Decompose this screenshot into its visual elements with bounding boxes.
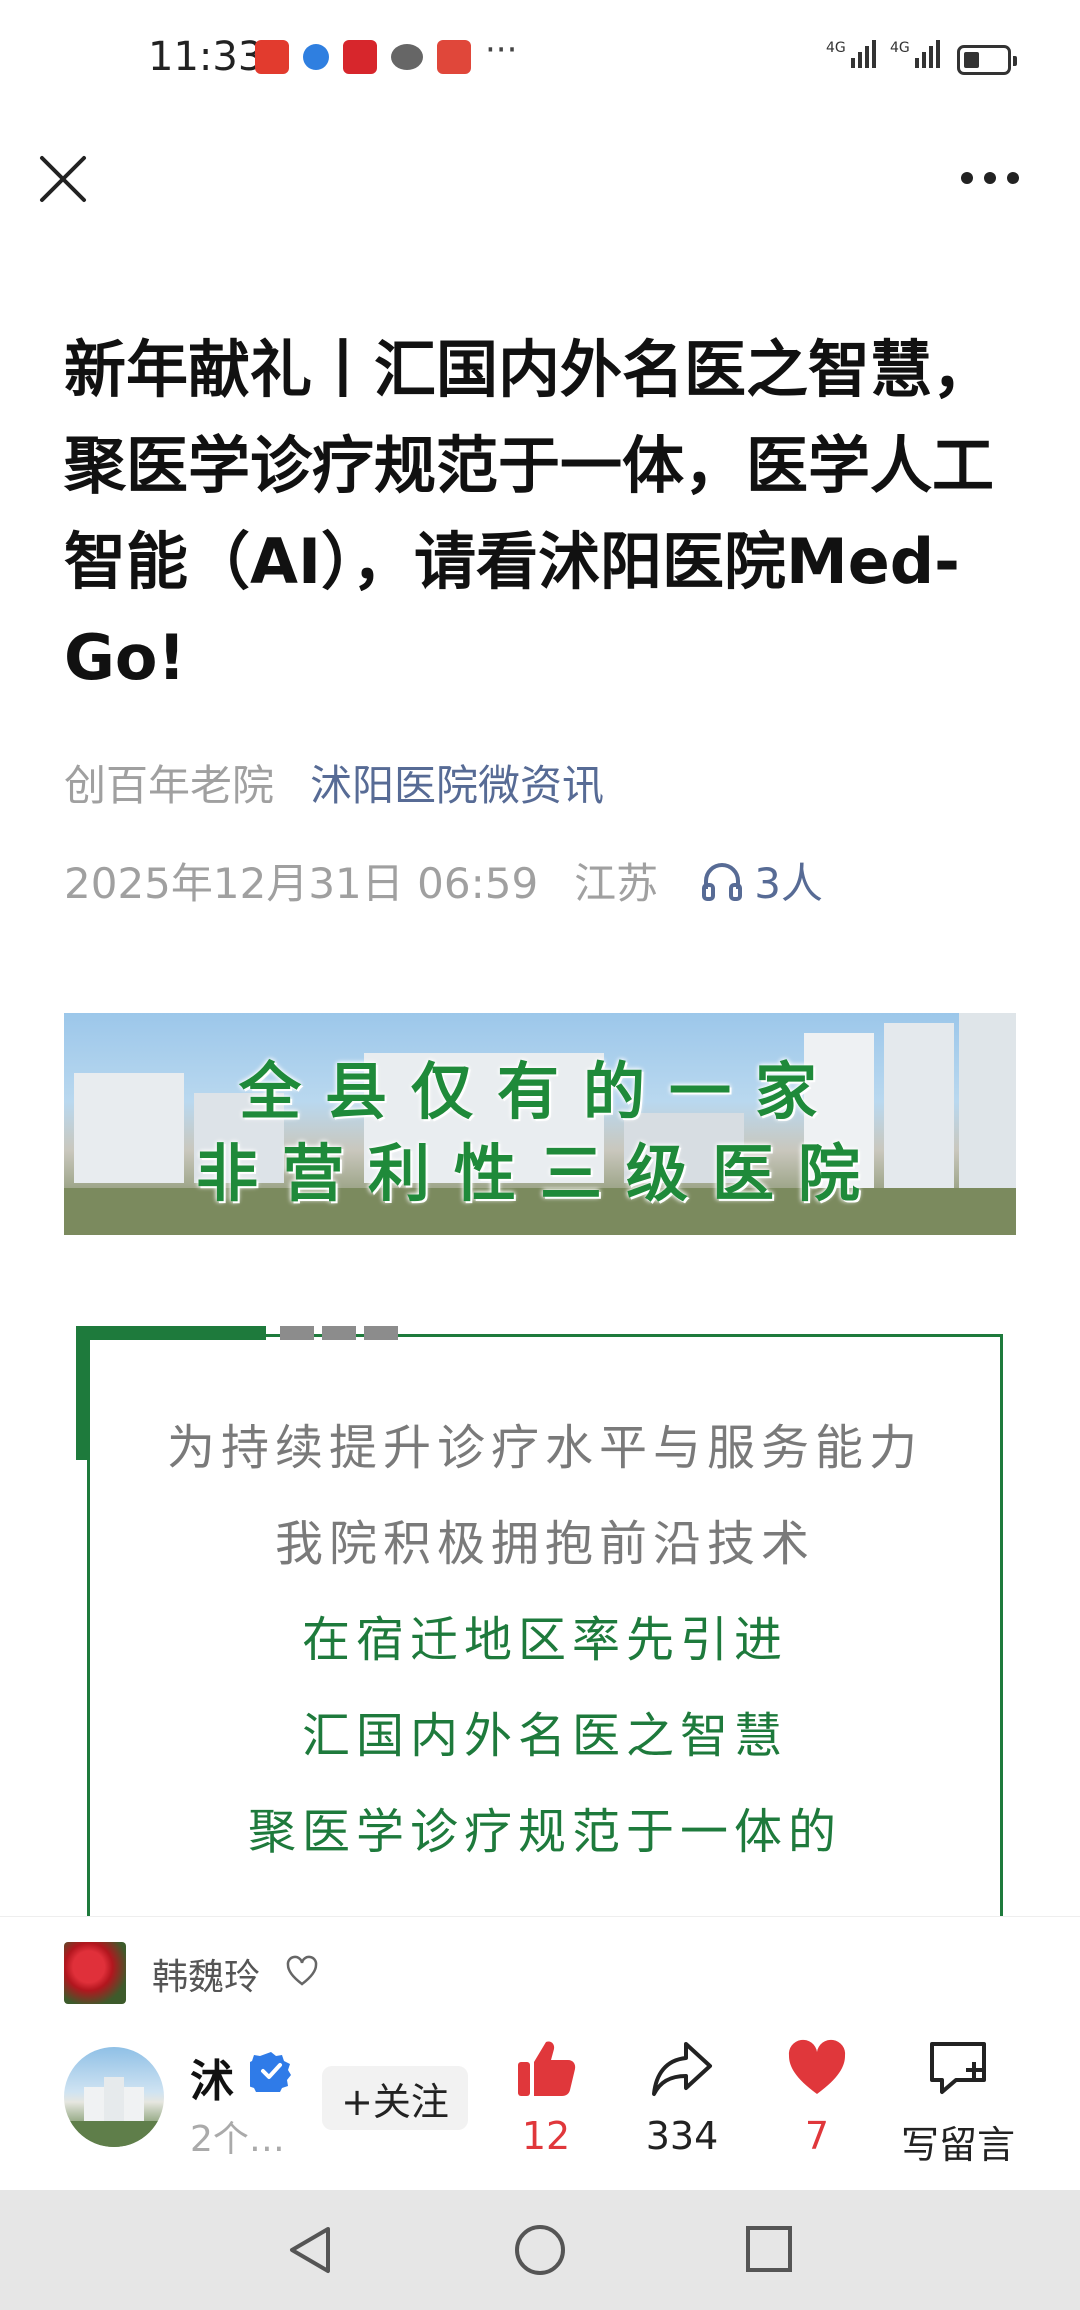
content-line: 为持续提升诊疗水平与服务能力	[166, 1420, 923, 1476]
thumbs-up-icon	[518, 2041, 576, 2096]
comment-icon	[930, 2042, 986, 2094]
hospital-banner-image: 全县仅有的一家 非营利性三级医院	[64, 1013, 1016, 1235]
content-line: 汇国内外名医之智慧	[301, 1708, 788, 1764]
like-count: 12	[521, 2114, 571, 2158]
share-button[interactable]: 334	[622, 2036, 742, 2158]
like-button[interactable]: 12	[486, 2036, 606, 2158]
signal-icon: 4G	[890, 40, 940, 68]
publish-date: 2025年12月31日 06:59	[64, 859, 539, 908]
follow-button[interactable]: +关注	[322, 2066, 468, 2130]
network-type: 4G	[890, 40, 910, 56]
author-name[interactable]: 沭	[190, 2045, 234, 2109]
region: 江苏	[574, 859, 659, 908]
home-circle-icon[interactable]	[512, 2222, 568, 2278]
hospital-avatar-image	[64, 2077, 164, 2147]
article-meta-date: 2025年12月31日 06:59 江苏 3人	[64, 850, 823, 911]
recent-apps-square-icon[interactable]	[744, 2224, 794, 2274]
banner-line-2: 非营利性三级医院	[195, 1137, 884, 1210]
content-line: 我院积极拥抱前沿技术	[274, 1516, 815, 1572]
status-time: 11:33	[148, 34, 264, 80]
share-count: 334	[645, 2114, 719, 2158]
more-options-button[interactable]	[955, 150, 1025, 210]
app-notification-icon	[255, 40, 289, 74]
write-comment-label: 写留言	[900, 2123, 1015, 2167]
article-meta: 创百年老院 沭阳医院微资讯	[64, 752, 604, 813]
listen-button[interactable]: 3人	[700, 850, 823, 911]
author-tag: 创百年老院	[64, 761, 275, 810]
status-app-icons	[255, 40, 471, 74]
verified-badge-icon	[250, 2052, 291, 2092]
heart-icon	[788, 2039, 846, 2094]
author-subtitle: 2个…	[190, 2119, 285, 2160]
network-type: 4G	[826, 40, 846, 56]
heart-outline-icon[interactable]	[285, 1955, 319, 1987]
app-notification-icon	[343, 40, 377, 74]
close-icon	[40, 156, 86, 202]
author-avatar[interactable]	[64, 2047, 164, 2147]
frame-decoration	[280, 1326, 398, 1340]
write-comment-button[interactable]: 写留言	[893, 2036, 1023, 2169]
listener-count: 3人	[754, 859, 823, 908]
signal-icon: 4G	[826, 40, 876, 68]
browser-notification-icon	[303, 44, 329, 70]
account-link[interactable]: 沭阳医院微资讯	[310, 761, 604, 810]
more-dots-icon	[961, 172, 1019, 184]
content-line: 聚医学诊疗规范于一体的	[247, 1804, 842, 1860]
back-triangle-icon[interactable]	[284, 2223, 338, 2277]
status-overflow-icon: ···	[485, 30, 518, 70]
chat-icon	[391, 44, 423, 70]
share-arrow-icon	[652, 2042, 712, 2096]
content-text: 为持续提升诊疗水平与服务能力 我院积极拥抱前沿技术 在宿迁地区率先引进 汇国内外…	[87, 1400, 1003, 1880]
close-button[interactable]	[34, 150, 94, 210]
banner-line-1: 全县仅有的一家	[238, 1055, 841, 1128]
content-line: 在宿迁地区率先引进	[301, 1612, 788, 1668]
article-title: 新年献礼丨汇国内外名医之智慧，聚医学诊疗规范于一体，医学人工智能（AI），请看沭…	[64, 333, 995, 694]
favorite-button[interactable]: 7	[757, 2036, 877, 2158]
app-notification-icon	[437, 40, 471, 74]
battery-icon	[957, 45, 1017, 75]
reader-name: 韩魏玲	[152, 1957, 261, 1998]
favorite-count: 7	[804, 2114, 830, 2158]
headphones-icon	[702, 862, 743, 901]
reader-avatar[interactable]	[64, 1942, 126, 2004]
